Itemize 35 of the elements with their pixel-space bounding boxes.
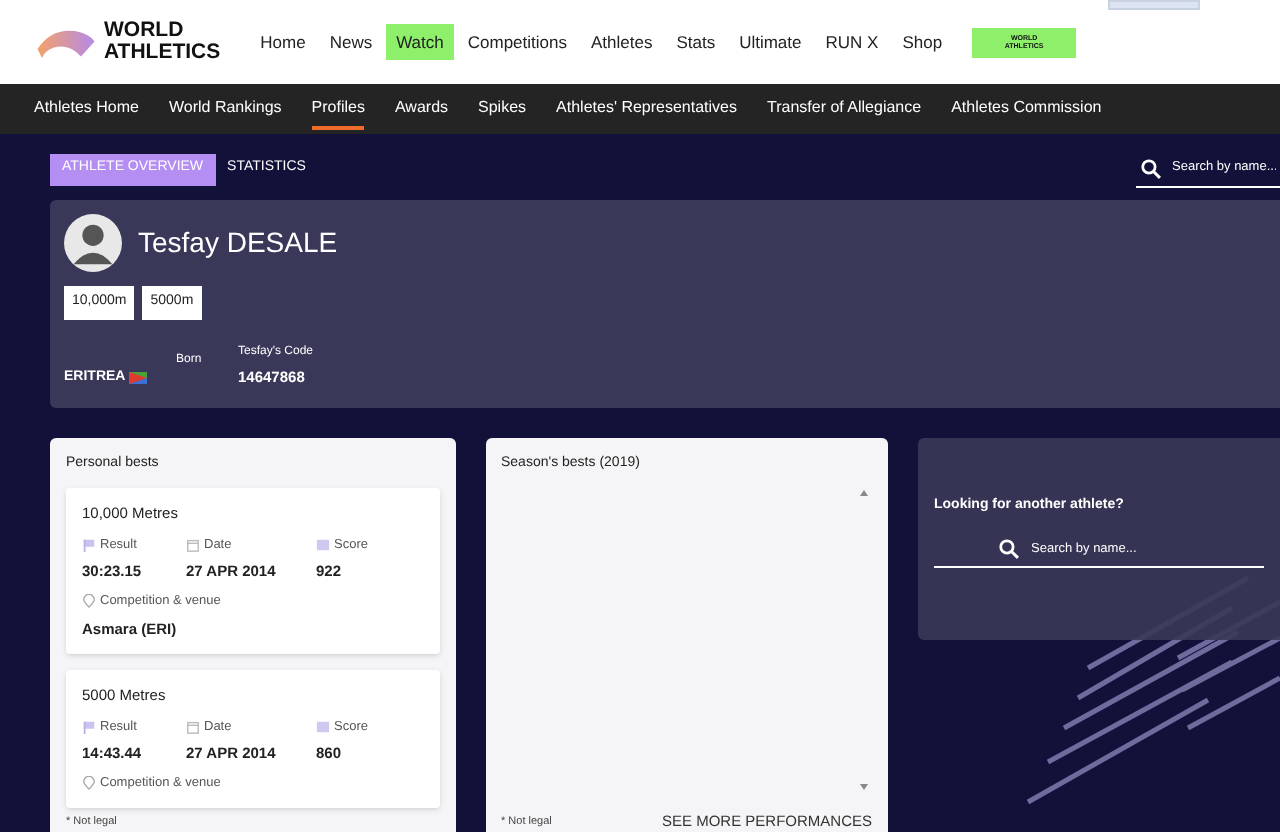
logo-text[interactable]: WORLD ATHLETICS [104, 20, 221, 64]
nav-link[interactable]: Watch [386, 23, 454, 61]
subnav-link[interactable]: World Rankings [168, 89, 282, 129]
nav-link[interactable]: Ultimate [729, 23, 812, 61]
avatar-icon [64, 214, 122, 272]
nav-link[interactable]: RUN X [815, 23, 889, 61]
nav-link[interactable]: Home [250, 23, 316, 61]
nav-link[interactable]: Shop [892, 23, 953, 61]
subnav-link[interactable]: Profiles [311, 89, 365, 129]
location-icon [82, 776, 96, 791]
nav-link[interactable]: News [319, 23, 383, 61]
subnav-link[interactable]: Athletes' Representatives [556, 89, 737, 129]
scroll-up-icon[interactable] [860, 490, 868, 496]
subnav-link[interactable]: Awards [394, 89, 449, 129]
subnav-link[interactable]: Athletes Home [34, 89, 139, 129]
subnav-link[interactable]: Athletes Commission [951, 89, 1102, 129]
flag-icon [127, 372, 148, 385]
sponsor-logo [1108, 0, 1200, 10]
athlete-name: Tesfay DESALE [138, 224, 338, 262]
score-icon [316, 538, 330, 553]
search-icon [1140, 157, 1162, 179]
calendar-icon [186, 720, 200, 735]
location-icon [82, 594, 96, 609]
subnav-link[interactable]: Transfer of Allegiance [767, 89, 922, 129]
nav-link[interactable]: Stats [666, 23, 726, 61]
nav-link[interactable]: Competitions [457, 23, 577, 61]
subnav-link[interactable]: Spikes [478, 89, 527, 129]
logo-icon [36, 25, 96, 59]
search-icon [997, 538, 1019, 560]
calendar-icon [186, 538, 200, 553]
flag-icon [82, 538, 96, 553]
scroll-down-icon[interactable] [860, 784, 868, 790]
score-icon [316, 720, 330, 735]
flag-icon [82, 720, 96, 735]
nav-link[interactable]: Athletes [580, 23, 663, 61]
